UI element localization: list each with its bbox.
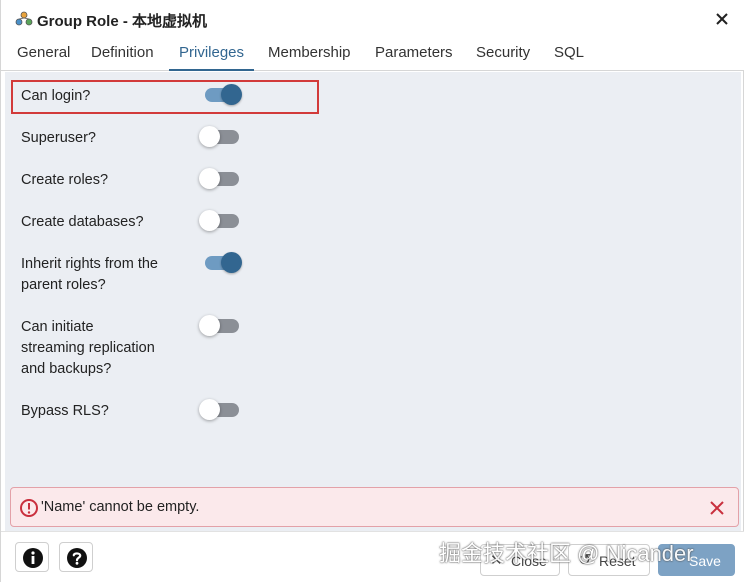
dialog-title: Group Role - 本地虚拟机 <box>37 13 207 30</box>
dialog-titlebar[interactable]: Group Role - 本地虚拟机 <box>1 0 744 38</box>
help-icon <box>67 548 87 568</box>
error-icon <box>20 499 38 517</box>
tab-general[interactable]: General <box>7 38 80 71</box>
watermark-text: 掘金技术社区 @ Nicander <box>439 541 694 566</box>
tab-membership[interactable]: Membership <box>258 38 361 71</box>
create-roles-label: Create roles? <box>21 172 109 188</box>
error-close-icon[interactable] <box>708 499 726 517</box>
create-databases-label: Create databases? <box>21 214 144 230</box>
group-role-dialog: Group Role - 本地虚拟机 General Definition Pr… <box>0 0 744 582</box>
replication-label-line3: and backups? <box>21 361 112 377</box>
superuser-label: Superuser? <box>21 130 96 146</box>
tab-definition[interactable]: Definition <box>81 38 164 71</box>
replication-toggle[interactable] <box>199 313 239 337</box>
inherit-toggle[interactable] <box>203 250 243 274</box>
close-icon[interactable] <box>713 10 731 28</box>
create-roles-toggle[interactable] <box>199 166 239 190</box>
tab-bar: General Definition Privileges Membership… <box>1 38 744 71</box>
can-login-label: Can login? <box>21 88 91 104</box>
tab-sql[interactable]: SQL <box>544 38 594 71</box>
help-button[interactable] <box>59 542 93 572</box>
can-login-toggle[interactable] <box>203 82 243 106</box>
group-role-icon <box>15 11 33 26</box>
bypass-rls-label: Bypass RLS? <box>21 403 109 419</box>
inherit-label-line1: Inherit rights from the <box>21 256 158 272</box>
bypass-rls-toggle[interactable] <box>199 397 239 421</box>
superuser-toggle[interactable] <box>199 124 239 148</box>
create-databases-toggle[interactable] <box>199 208 239 232</box>
replication-label-line2: streaming replication <box>21 340 155 356</box>
error-message-bar: 'Name' cannot be empty. <box>10 487 739 527</box>
tab-parameters[interactable]: Parameters <box>365 38 463 71</box>
privileges-panel <box>5 72 741 531</box>
tab-security[interactable]: Security <box>466 38 540 71</box>
info-button[interactable] <box>15 542 49 572</box>
replication-label-line1: Can initiate <box>21 319 94 335</box>
inherit-label-line2: parent roles? <box>21 277 106 293</box>
error-text: 'Name' cannot be empty. <box>41 499 200 515</box>
info-icon <box>23 548 43 568</box>
tab-privileges[interactable]: Privileges <box>169 38 255 71</box>
